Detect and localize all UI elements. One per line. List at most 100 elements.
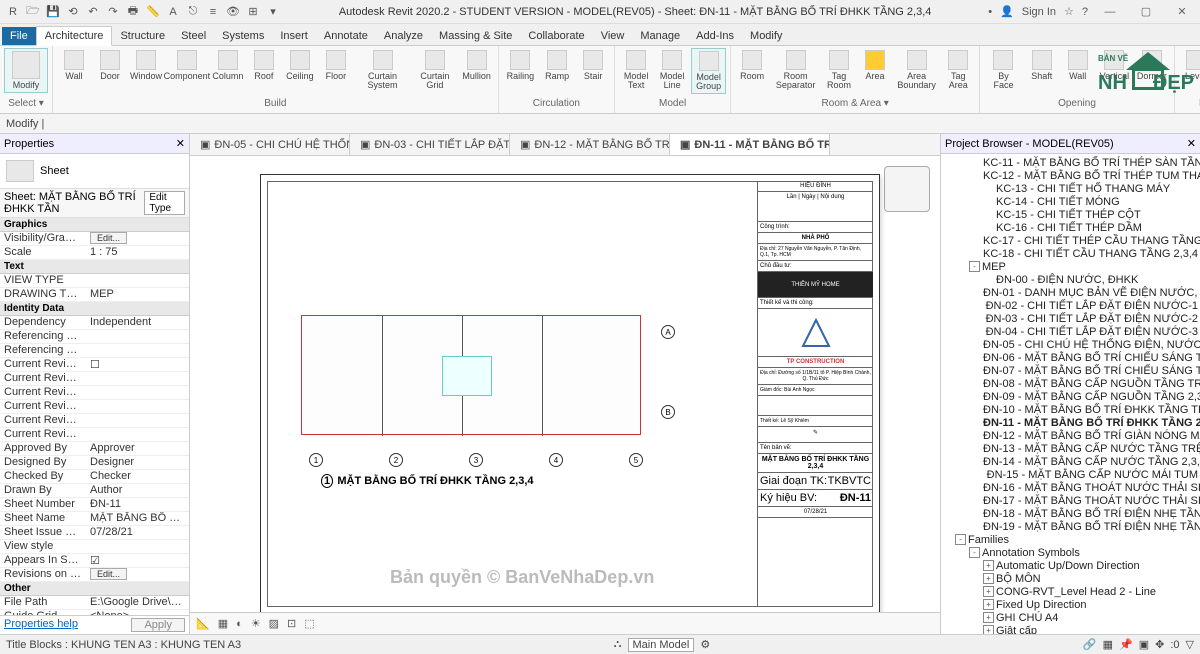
sync-icon[interactable]: ⟲: [64, 3, 82, 21]
ribbon-tab-steel[interactable]: Steel: [173, 27, 214, 45]
tree-node[interactable]: ĐN-04 - CHI TIẾT LẮP ĐẶT ĐIỆN NƯỚC-3: [941, 325, 1200, 338]
select-face[interactable]: ▣: [1139, 638, 1149, 651]
tree-node[interactable]: KC-17 - CHI TIẾT THÉP CẦU THANG TẦNG 1, …: [941, 234, 1200, 247]
grid-bubble[interactable]: 2: [389, 453, 403, 467]
tree-node[interactable]: ĐN-18 - MẶT BẰNG BỐ TRÍ ĐIỆN NHẸ TẦNG TR…: [941, 507, 1200, 520]
tree-node[interactable]: ĐN-14 - MẶT BẰNG CẤP NƯỚC TẦNG 2,3,4,SÂN…: [941, 455, 1200, 468]
expand-icon[interactable]: +: [983, 573, 994, 584]
tree-node[interactable]: KC-15 - CHI TIẾT THÉP CỘT: [941, 208, 1200, 221]
ribbon-tab-file[interactable]: File: [2, 27, 36, 45]
expand-icon[interactable]: +: [983, 612, 994, 623]
ribbon-tab-collaborate[interactable]: Collaborate: [520, 27, 592, 45]
favorites-icon[interactable]: ☆: [1064, 5, 1074, 18]
help-icon[interactable]: ?: [1082, 6, 1088, 18]
grid-bubble[interactable]: A: [661, 325, 675, 339]
drag-elements[interactable]: ✥: [1155, 638, 1164, 651]
section-icon[interactable]: ⎋: [184, 3, 202, 21]
grid-bubble[interactable]: 3: [469, 453, 483, 467]
ribbon-tab-annotate[interactable]: Annotate: [316, 27, 376, 45]
document-tab[interactable]: ▣ĐN-03 - CHI TIẾT LẮP ĐẶT ĐIỆN N...✕: [350, 134, 510, 155]
document-tab[interactable]: ▣ĐN-11 - MẶT BẰNG BỐ TRÍ ĐHK...✕: [670, 134, 830, 155]
shadows[interactable]: ▨: [269, 617, 279, 630]
drawing-canvas[interactable]: BanVeNhaDep.vn 12345 AB 1 MẶT BẰNG BỐ TR…: [190, 156, 940, 612]
measure-icon[interactable]: 📏: [144, 3, 162, 21]
property-row[interactable]: Referencing Detail: [0, 344, 189, 358]
filter-icon[interactable]: ▽: [1186, 638, 1194, 651]
title-block[interactable]: HIỆU ĐÍNH Lần | Ngày | Nội dung Công trì…: [757, 181, 873, 607]
properties-help-link[interactable]: Properties help: [4, 618, 78, 632]
property-row[interactable]: DRAWING TYPEMEP: [0, 288, 189, 302]
tool-floor[interactable]: Floor: [319, 48, 353, 92]
tree-node[interactable]: KC-14 - CHI TIẾT MÓNG: [941, 195, 1200, 208]
tool-roof[interactable]: Roof: [247, 48, 281, 92]
property-row[interactable]: Drawn ByAuthor: [0, 484, 189, 498]
tree-node[interactable]: ĐN-01 - DANH MỤC BẢN VẼ ĐIỆN NƯỚC, ĐHKK: [941, 286, 1200, 299]
search-icon[interactable]: •: [988, 6, 992, 18]
property-row[interactable]: Current Revision Issued ...: [0, 372, 189, 386]
tree-node[interactable]: ĐN-09 - MẶT BẰNG CẤP NGUỒN TẦNG 2,3,4,SÂ…: [941, 390, 1200, 403]
expand-icon[interactable]: +: [983, 625, 994, 634]
property-row[interactable]: Revisions on SheetEdit...: [0, 568, 189, 582]
tree-node[interactable]: ĐN-08 - MẶT BẰNG CẤP NGUỒN TẦNG TRỆT, LỬ…: [941, 377, 1200, 390]
tree-node[interactable]: -MEP: [941, 260, 1200, 273]
property-group[interactable]: Graphics: [0, 218, 189, 232]
property-row[interactable]: VIEW TYPE: [0, 274, 189, 288]
tree-node[interactable]: KC-18 - CHI TIẾT CẦU THANG TẦNG 2,3,4: [941, 247, 1200, 260]
tree-node[interactable]: ĐN-05 - CHI CHÚ HỆ THỐNG ĐIỆN, NƯỚC, ĐHK…: [941, 338, 1200, 351]
grid-bubble[interactable]: 1: [309, 453, 323, 467]
select-underlay[interactable]: ▦: [1103, 638, 1113, 651]
tool-area[interactable]: Area: [858, 48, 892, 92]
tree-node[interactable]: +CONG-RVT_Level Head 2 - Line: [941, 585, 1200, 598]
hide-crop[interactable]: ⬚: [304, 617, 314, 630]
ribbon-tab-architecture[interactable]: Architecture: [36, 26, 113, 46]
property-row[interactable]: Current Revision: [0, 428, 189, 442]
property-row[interactable]: Checked ByChecker: [0, 470, 189, 484]
tool-curtainsystem[interactable]: Curtain System: [355, 48, 410, 92]
grid-bubble[interactable]: 4: [549, 453, 563, 467]
close-button[interactable]: ✕: [1168, 5, 1196, 18]
user-icon[interactable]: 👤: [1000, 5, 1014, 18]
ribbon-tab-systems[interactable]: Systems: [214, 27, 272, 45]
property-row[interactable]: Current Revision Issued☐: [0, 358, 189, 372]
maximize-button[interactable]: ▢: [1132, 5, 1160, 18]
dropdown-icon[interactable]: ▾: [264, 3, 282, 21]
close-icon[interactable]: ✕: [176, 137, 185, 150]
tree-node[interactable]: +Giật cấp: [941, 624, 1200, 634]
tool-window[interactable]: Window: [129, 48, 163, 92]
edit-button[interactable]: Edit...: [90, 232, 127, 244]
worksets-icon[interactable]: ⛬: [614, 638, 622, 651]
expand-icon[interactable]: +: [983, 599, 994, 610]
tool-modelgroup[interactable]: Model Group: [691, 48, 726, 94]
ribbon-tab-insert[interactable]: Insert: [272, 27, 316, 45]
crop-view[interactable]: ⊡: [287, 617, 296, 630]
ribbon-tab-view[interactable]: View: [593, 27, 633, 45]
filter-count[interactable]: :0: [1170, 639, 1179, 651]
property-row[interactable]: File PathE:\Google Drive\1. WOR...: [0, 596, 189, 610]
property-row[interactable]: Scale 1 : 75: [0, 246, 189, 260]
edit-type-button[interactable]: Edit Type: [144, 191, 185, 215]
tool-curtaingrid[interactable]: Curtain Grid: [412, 48, 457, 92]
tree-node[interactable]: -Families: [941, 533, 1200, 546]
tree-node[interactable]: ĐN-15 - MẶT BẰNG CẤP NƯỚC MÁI TUM: [941, 468, 1200, 481]
expand-icon[interactable]: +: [983, 560, 994, 571]
tool-areaboundary[interactable]: Area Boundary: [894, 48, 939, 92]
ribbon-tab-massingsite[interactable]: Massing & Site: [431, 27, 520, 45]
property-row[interactable]: Current Revision Issued ...: [0, 386, 189, 400]
tree-node[interactable]: ĐN-13 - MẶT BẰNG CẤP NƯỚC TẦNG TRỆT, LỬN…: [941, 442, 1200, 455]
tree-node[interactable]: KC-12 - MẶT BẰNG BỐ TRÍ THÉP TUM THANG: [941, 169, 1200, 182]
print-icon[interactable]: 🖶: [124, 3, 142, 21]
tool-component[interactable]: Component: [165, 48, 209, 92]
property-row[interactable]: DependencyIndependent: [0, 316, 189, 330]
expand-icon[interactable]: -: [969, 547, 980, 558]
tree-node[interactable]: KC-11 - MẶT BẰNG BỐ TRÍ THÉP SÀN TẦNG 2,…: [941, 156, 1200, 169]
tool-wall[interactable]: Wall: [1061, 48, 1095, 92]
grid-bubble[interactable]: 5: [629, 453, 643, 467]
tree-node[interactable]: +BỘ MÔN: [941, 572, 1200, 585]
browser-tree[interactable]: KC-11 - MẶT BẰNG BỐ TRÍ THÉP SÀN TẦNG 2,…: [941, 154, 1200, 634]
document-tab[interactable]: ▣ĐN-12 - MẶT BẰNG BỐ TRÍ GIÀN...✕: [510, 134, 670, 155]
tool-stair[interactable]: Stair: [576, 48, 610, 83]
navigation-cube[interactable]: [884, 166, 930, 212]
property-group[interactable]: Text: [0, 260, 189, 274]
tree-node[interactable]: -Annotation Symbols: [941, 546, 1200, 559]
tool-ceiling[interactable]: Ceiling: [283, 48, 317, 92]
